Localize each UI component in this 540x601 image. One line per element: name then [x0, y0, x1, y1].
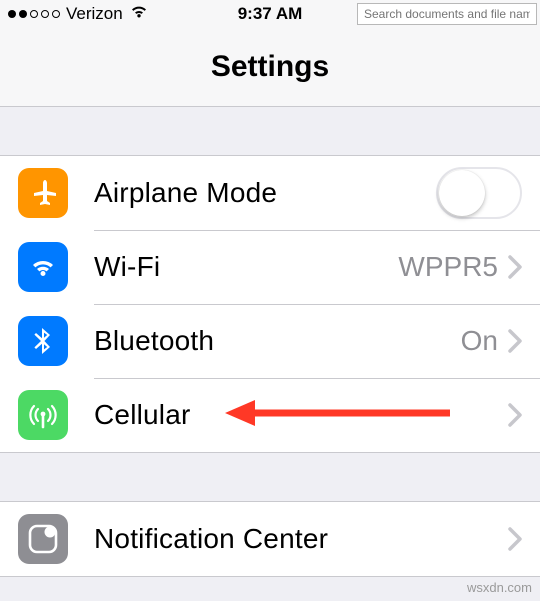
- airplane-mode-toggle[interactable]: [436, 167, 522, 219]
- row-label: Notification Center: [94, 523, 508, 555]
- chevron-right-icon: [508, 255, 522, 279]
- chevron-right-icon: [508, 527, 522, 551]
- signal-strength-icon: [8, 10, 60, 18]
- row-label: Wi-Fi: [94, 251, 398, 283]
- row-cellular[interactable]: Cellular: [0, 378, 540, 452]
- bluetooth-icon: [18, 316, 68, 366]
- chevron-right-icon: [508, 403, 522, 427]
- page-title: Settings: [211, 50, 329, 84]
- status-time: 9:37 AM: [238, 4, 303, 24]
- wifi-status-icon: [129, 4, 149, 24]
- settings-group-connectivity: Airplane Mode Wi-Fi WPPR5 Bluetooth On: [0, 155, 540, 453]
- chevron-right-icon: [508, 329, 522, 353]
- row-value: On: [461, 325, 498, 357]
- row-label: Cellular: [94, 399, 508, 431]
- carrier-label: Verizon: [66, 4, 123, 24]
- cellular-icon: [18, 390, 68, 440]
- navigation-bar: Settings: [0, 28, 540, 107]
- airplane-icon: [18, 168, 68, 218]
- row-label: Airplane Mode: [94, 177, 436, 209]
- row-notification-center[interactable]: Notification Center: [0, 502, 540, 576]
- notification-center-icon: [18, 514, 68, 564]
- row-airplane-mode: Airplane Mode: [0, 156, 540, 230]
- wifi-icon: [18, 242, 68, 292]
- watermark: wsxdn.com: [467, 580, 532, 595]
- row-wifi[interactable]: Wi-Fi WPPR5: [0, 230, 540, 304]
- row-value: WPPR5: [398, 251, 498, 283]
- row-bluetooth[interactable]: Bluetooth On: [0, 304, 540, 378]
- settings-group-notifications: Notification Center: [0, 501, 540, 577]
- row-label: Bluetooth: [94, 325, 461, 357]
- search-input[interactable]: [357, 3, 537, 25]
